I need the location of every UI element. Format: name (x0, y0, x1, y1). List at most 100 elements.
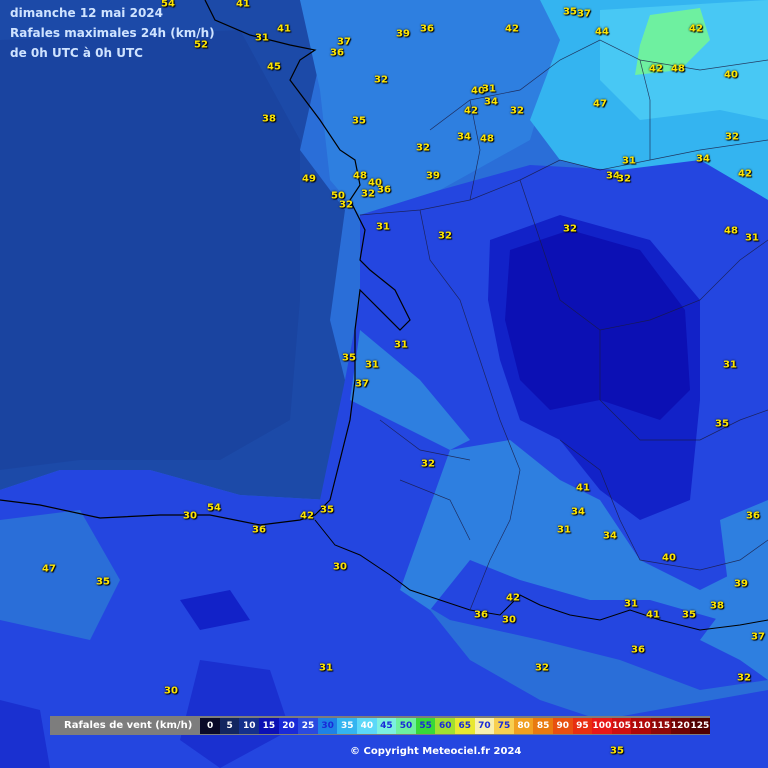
gust-value: 31 (557, 524, 571, 536)
legend-step: 125 (690, 717, 710, 734)
legend-step: 70 (474, 717, 495, 734)
legend-step: 50 (396, 717, 416, 734)
gust-value: 35 (563, 6, 577, 18)
legend-bar: Rafales de vent (km/h) 0 5 10 15 20 25 30 35 40 4… (50, 716, 710, 735)
gust-value: 36 (252, 524, 266, 536)
gust-value: 38 (262, 113, 276, 125)
gust-value: 32 (563, 223, 577, 235)
gust-value: 47 (42, 563, 56, 575)
gust-value: 36 (474, 609, 488, 621)
gust-value: 48 (724, 225, 738, 237)
gust-value: 37 (577, 8, 591, 20)
gust-value: 36 (420, 23, 434, 35)
legend-step: 10 (239, 717, 260, 734)
gust-value: 41 (236, 0, 250, 10)
legend-step: 45 (376, 717, 397, 734)
gust-value: 36 (330, 47, 344, 59)
gust-value: 30 (164, 685, 178, 697)
gust-value: 39 (426, 170, 440, 182)
gust-value: 36 (631, 644, 645, 656)
gust-value: 32 (725, 131, 739, 143)
gust-value: 37 (355, 378, 369, 390)
gust-value: 49 (302, 173, 316, 185)
gust-value: 35 (96, 576, 110, 588)
legend-step: 0 (200, 717, 220, 734)
legend-step: 60 (435, 717, 455, 734)
gust-value: 41 (646, 609, 660, 621)
gust-value: 42 (506, 592, 520, 604)
gust-value: 42 (505, 23, 519, 35)
gust-value: 47 (593, 98, 607, 110)
gust-value: 36 (746, 510, 760, 522)
gust-value: 32 (421, 458, 435, 470)
gust-value: 31 (319, 662, 333, 674)
gust-value: 31 (394, 339, 408, 351)
gust-value: 42 (738, 168, 752, 180)
gust-value: 35 (715, 418, 729, 430)
time-range: de 0h UTC à 0h UTC (10, 46, 143, 60)
gust-value: 40 (724, 69, 738, 81)
gust-value: 31 (376, 221, 390, 233)
legend-step: 40 (357, 717, 377, 734)
gust-value: 36 (377, 184, 391, 196)
gust-value: 34 (484, 96, 498, 108)
gust-value: 54 (161, 0, 175, 10)
gust-value: 39 (396, 28, 410, 40)
wind-gust-map (0, 0, 768, 768)
legend-step: 25 (298, 717, 318, 734)
legend-step: 110 (631, 717, 651, 734)
gust-value: 31 (723, 359, 737, 371)
forecast-date: dimanche 12 mai 2024 (10, 6, 163, 20)
legend-step: 95 (572, 717, 593, 734)
legend-step: 30 (317, 717, 338, 734)
gust-value: 42 (464, 105, 478, 117)
gust-value: 30 (183, 510, 197, 522)
legend-step: 100 (592, 717, 612, 734)
gust-value: 42 (689, 23, 703, 35)
gust-value: 34 (603, 530, 617, 542)
legend-step: 115 (650, 717, 671, 734)
legend-scale: 0 5 10 15 20 25 30 35 40 45 50 55 60 65 70 75 80 85 90 95 10… (200, 717, 710, 734)
gust-value: 34 (457, 131, 471, 143)
gust-value: 31 (622, 155, 636, 167)
legend-step: 55 (415, 717, 436, 734)
gust-value: 35 (320, 504, 334, 516)
gust-value: 34 (571, 506, 585, 518)
legend-step: 35 (337, 717, 358, 734)
gust-value: 31 (482, 83, 496, 95)
gust-value: 41 (277, 23, 291, 35)
legend-step: 80 (513, 717, 534, 734)
gust-value: 31 (255, 32, 269, 44)
gust-value: 32 (339, 199, 353, 211)
gust-value: 44 (595, 26, 609, 38)
gust-value: 35 (682, 609, 696, 621)
gust-value: 41 (576, 482, 590, 494)
legend-step: 5 (219, 717, 240, 734)
gust-value: 32 (617, 173, 631, 185)
gust-value: 32 (438, 230, 452, 242)
gust-value: 30 (502, 614, 516, 626)
gust-value: 39 (734, 578, 748, 590)
gust-value: 32 (535, 662, 549, 674)
gust-value: 31 (365, 359, 379, 371)
gust-value: 32 (416, 142, 430, 154)
legend-step: 65 (455, 717, 475, 734)
gust-value: 42 (649, 63, 663, 75)
gust-value: 30 (333, 561, 347, 573)
legend-step: 75 (494, 717, 514, 734)
gust-value: 45 (267, 61, 281, 73)
legend-step: 90 (552, 717, 573, 734)
legend-step: 85 (533, 717, 553, 734)
gust-value: 37 (751, 631, 765, 643)
legend-step: 15 (259, 717, 279, 734)
gust-value: 42 (300, 510, 314, 522)
gust-value: 40 (662, 552, 676, 564)
gust-value: 37 (337, 36, 351, 48)
gust-value: 32 (374, 74, 388, 86)
legend-step: 105 (611, 717, 632, 734)
legend-step: 20 (278, 717, 299, 734)
gust-value: 48 (353, 170, 367, 182)
gust-value: 48 (671, 63, 685, 75)
gust-value: 32 (510, 105, 524, 117)
legend-title: Rafales de vent (km/h) (64, 720, 193, 731)
